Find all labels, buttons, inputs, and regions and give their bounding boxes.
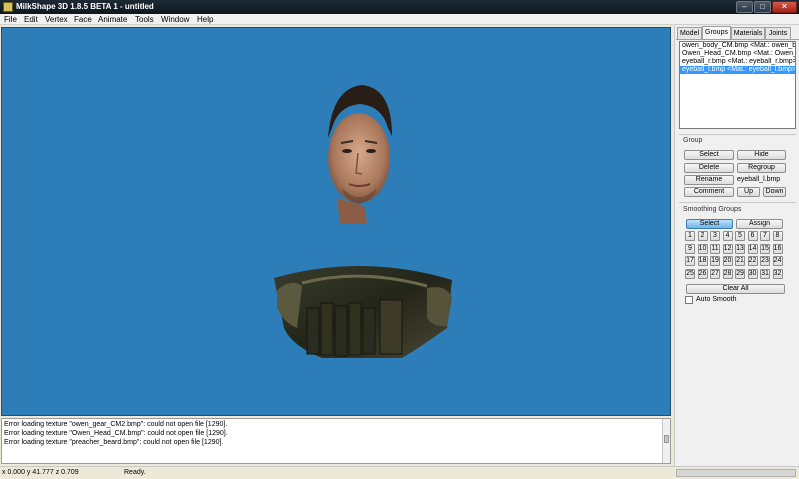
- smoothing-group-button-6[interactable]: 6: [747, 231, 758, 241]
- coordinate-readout: x 0.000 y 41.777 z 0.709: [2, 469, 79, 476]
- smoothing-group-button-19[interactable]: 19: [710, 256, 720, 266]
- auto-smooth-checkbox[interactable]: [685, 296, 693, 304]
- message-console[interactable]: Error loading texture "owen_gear_CM2.bmp…: [1, 418, 671, 464]
- console-line: Error loading texture "Owen_Head_CM.bmp"…: [4, 430, 228, 437]
- list-item[interactable]: eyeball_r.bmp <Mat.: eyeball_r.bmp>: [680, 58, 795, 66]
- groups-list[interactable]: owen_body_CM.bmp <Mat.: owen_body Owen_H…: [679, 41, 796, 129]
- smoothing-group-button-22[interactable]: 22: [747, 256, 758, 266]
- rename-button[interactable]: Rename: [684, 175, 734, 185]
- assign-button[interactable]: Assign: [736, 219, 783, 229]
- maximize-button[interactable]: □: [754, 1, 771, 13]
- smoothing-group-button-29[interactable]: 29: [735, 268, 745, 279]
- smoothing-group-button-18[interactable]: 18: [697, 256, 708, 266]
- console-line: Error loading texture "owen_gear_CM2.bmp…: [4, 421, 228, 428]
- smoothing-group-button-16[interactable]: 16: [772, 243, 783, 254]
- smoothing-group-button-20[interactable]: 20: [722, 256, 733, 266]
- list-item-selected[interactable]: eyeball_l.bmp <Mat.: eyeball_l.bmp>: [680, 66, 795, 74]
- window-title: MilkShape 3D 1.8.5 BETA 1 - untitled: [16, 2, 154, 11]
- minimize-button[interactable]: –: [736, 1, 753, 13]
- smoothing-group-button-15[interactable]: 15: [760, 243, 770, 254]
- smoothing-group-grid: 1 2 3 4 5 6 7 8 9 10 11 12 13 14 15 16 17 18 19 20 21 22 23 24 2…: [685, 231, 785, 279]
- right-panel: Model Groups Materials Joints owen_body_…: [674, 26, 799, 466]
- smoothing-group-button-1[interactable]: 1: [685, 231, 695, 241]
- smoothing-group-button-9[interactable]: 9: [685, 243, 695, 254]
- tab-model[interactable]: Model: [677, 27, 702, 39]
- smoothing-group-button-26[interactable]: 26: [697, 268, 708, 279]
- smoothing-group-button-14[interactable]: 14: [747, 243, 758, 254]
- vest-model: [274, 265, 452, 358]
- smoothing-group-button-25[interactable]: 25: [685, 268, 695, 279]
- smoothing-group-button-11[interactable]: 11: [710, 243, 720, 254]
- smoothing-select-button[interactable]: Select: [686, 219, 733, 229]
- milkshape-window: MilkShape 3D 1.8.5 BETA 1 - untitled – □…: [0, 0, 799, 479]
- smoothing-group-button-2[interactable]: 2: [697, 231, 708, 241]
- smoothing-group-button-24[interactable]: 24: [772, 256, 783, 266]
- console-scrollbar[interactable]: [662, 419, 670, 463]
- status-message: Ready.: [124, 469, 146, 476]
- hide-button[interactable]: Hide: [737, 150, 786, 160]
- menu-help[interactable]: Help: [197, 15, 213, 24]
- app-icon: [3, 2, 13, 12]
- smoothing-group-button-12[interactable]: 12: [722, 243, 733, 254]
- group-name-label: eyeball_l.bmp: [737, 176, 781, 183]
- smoothing-group-button-23[interactable]: 23: [760, 256, 770, 266]
- head-model: [328, 85, 392, 223]
- group-section-label: Group: [683, 137, 703, 144]
- menu-tools[interactable]: Tools: [135, 15, 154, 24]
- group-select-button[interactable]: Select: [684, 150, 734, 160]
- smoothing-group-button-17[interactable]: 17: [685, 256, 695, 266]
- close-button[interactable]: ✕: [772, 1, 797, 13]
- model-render: [274, 85, 452, 358]
- tab-materials[interactable]: Materials: [731, 27, 765, 39]
- panel-scrollbar[interactable]: [676, 469, 796, 477]
- smoothing-section-label: Smoothing Groups: [683, 206, 742, 213]
- down-button[interactable]: Down: [763, 187, 786, 197]
- up-button[interactable]: Up: [737, 187, 760, 197]
- 3d-viewport[interactable]: [1, 27, 671, 416]
- auto-smooth-label: Auto Smooth: [696, 296, 737, 303]
- smoothing-group-button-31[interactable]: 31: [760, 268, 770, 279]
- smoothing-group-button-32[interactable]: 32: [772, 268, 783, 279]
- clear-all-button[interactable]: Clear All: [686, 284, 785, 294]
- divider: [679, 202, 796, 203]
- smoothing-group-button-21[interactable]: 21: [735, 256, 745, 266]
- status-bar: x 0.000 y 41.777 z 0.709 Ready.: [0, 466, 799, 479]
- list-item[interactable]: owen_body_CM.bmp <Mat.: owen_body: [680, 42, 795, 50]
- tab-divider: [676, 39, 799, 40]
- console-line: Error loading texture "preacher_beard.bm…: [4, 439, 224, 446]
- menu-face[interactable]: Face: [74, 15, 92, 24]
- smoothing-group-button-10[interactable]: 10: [697, 243, 708, 254]
- smoothing-group-button-4[interactable]: 4: [722, 231, 733, 241]
- menu-edit[interactable]: Edit: [24, 15, 38, 24]
- scrollbar-thumb[interactable]: [664, 435, 669, 443]
- menu-bar: File Edit Vertex Face Animate Tools Wind…: [0, 14, 799, 25]
- regroup-button[interactable]: Regroup: [737, 163, 786, 173]
- menu-file[interactable]: File: [4, 15, 17, 24]
- smoothing-group-button-8[interactable]: 8: [772, 231, 783, 241]
- menu-window[interactable]: Window: [161, 15, 189, 24]
- divider: [679, 134, 796, 135]
- smoothing-group-button-5[interactable]: 5: [735, 231, 745, 241]
- tab-groups[interactable]: Groups: [702, 26, 731, 39]
- smoothing-group-button-7[interactable]: 7: [760, 231, 770, 241]
- delete-button[interactable]: Delete: [684, 163, 734, 173]
- menu-vertex[interactable]: Vertex: [45, 15, 68, 24]
- title-bar: MilkShape 3D 1.8.5 BETA 1 - untitled – □…: [0, 0, 799, 14]
- tab-joints[interactable]: Joints: [765, 27, 791, 39]
- smoothing-group-button-30[interactable]: 30: [747, 268, 758, 279]
- menu-animate[interactable]: Animate: [98, 15, 127, 24]
- list-item[interactable]: Owen_Head_CM.bmp <Mat.: Owen_Hea: [680, 50, 795, 58]
- smoothing-group-button-28[interactable]: 28: [722, 268, 733, 279]
- comment-button[interactable]: Comment: [684, 187, 734, 197]
- smoothing-group-button-3[interactable]: 3: [710, 231, 720, 241]
- smoothing-group-button-13[interactable]: 13: [735, 243, 745, 254]
- smoothing-group-button-27[interactable]: 27: [710, 268, 720, 279]
